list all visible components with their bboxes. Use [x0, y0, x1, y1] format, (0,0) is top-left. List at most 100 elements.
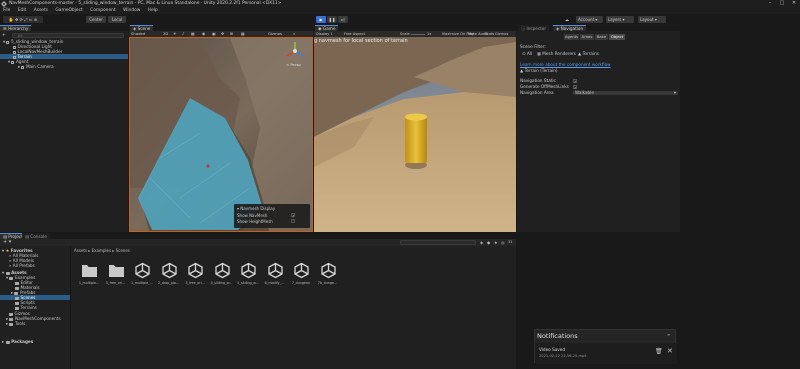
notification-item[interactable]: Video Saved 2021-02-22 22-56-25.mp4 🗑 ✕	[535, 343, 677, 364]
scene-viewport[interactable]: < Persp ▾ Navmesh Display Show NavMesh ✓…	[129, 37, 313, 232]
pause-button[interactable]: ❚❚	[327, 15, 337, 23]
subtab-bake[interactable]: Bake	[595, 34, 608, 40]
add-object-button[interactable]: +	[2, 33, 6, 38]
inspector-tab-label: Inspector	[526, 26, 547, 31]
account-dropdown[interactable]: Account ▾	[576, 15, 603, 23]
subtab-object[interactable]: Object	[609, 34, 625, 40]
show-heightmesh-label: Show HeightMesh	[237, 219, 273, 224]
filter-all[interactable]: ⊙ All	[522, 51, 532, 56]
menu-help[interactable]: Help	[148, 7, 158, 14]
asset-label: 3_free_ori...	[185, 281, 205, 285]
breadcrumb-scenes[interactable]: Scenes	[116, 248, 130, 253]
scale-slider[interactable]	[411, 34, 425, 35]
show-navmesh-checkbox[interactable]: ✓	[291, 213, 295, 218]
filter-mesh-renderers[interactable]: ▦ Mesh Renderers	[537, 51, 576, 56]
rect-tool-icon[interactable]: ▭	[29, 17, 33, 22]
layers-dropdown[interactable]: Layers ▾	[606, 15, 634, 23]
scene-orientation-gizmo[interactable]	[284, 40, 306, 62]
close-window-button[interactable]: ✕	[788, 0, 800, 7]
generate-offmeshlinks-checkbox[interactable]: ✓	[573, 84, 577, 90]
navigation-static-checkbox[interactable]: ✓	[573, 78, 577, 84]
asset-tile[interactable]: 5_free_ori...	[106, 262, 126, 292]
layout-dropdown[interactable]: Layout ▾	[638, 15, 666, 23]
subtab-agents[interactable]: Agents	[564, 34, 579, 40]
move-tool-icon[interactable]: ✥	[15, 17, 18, 22]
hidden-packages-icon[interactable]: ◎	[501, 239, 505, 246]
tree-item[interactable]: Terrains	[0, 305, 70, 310]
asset-tile[interactable]: 1_multiple_...	[131, 262, 153, 292]
menu-window[interactable]: Window	[123, 7, 140, 14]
unity-scene-icon	[320, 262, 337, 279]
favorite-icon[interactable]: ★	[494, 239, 498, 246]
learn-more-link[interactable]: Learn more about the component workflow	[520, 62, 611, 67]
menu-assets[interactable]: Assets	[34, 7, 48, 14]
notification-settings-icon[interactable]: ≡	[667, 332, 670, 337]
game-viewport[interactable]: g navmesh for local section of terrain	[314, 37, 516, 232]
hierarchy-row-camera[interactable]: ▸ Main Camera	[0, 64, 128, 69]
navigation-area-dropdown[interactable]: Walkable ▾	[573, 90, 678, 95]
project-search-input[interactable]	[400, 240, 476, 245]
space-toggle[interactable]: Local	[108, 15, 126, 23]
hierarchy-search-input[interactable]	[12, 33, 124, 38]
menu-component[interactable]: Component	[90, 7, 116, 14]
account-label: Account	[578, 16, 595, 22]
search-by-type-icon[interactable]: ◈	[480, 239, 483, 246]
asset-tile[interactable]: 7_dungeon	[291, 262, 311, 292]
maximize-button[interactable]: □	[776, 0, 788, 7]
game-terrain-view	[314, 37, 516, 232]
transform-tool-icon[interactable]: ⊕	[34, 17, 37, 22]
asset-tile[interactable]: 4_sliding_w...	[211, 262, 232, 292]
tab-inspector[interactable]: ⓘ Inspector	[518, 25, 550, 31]
show-heightmesh-checkbox[interactable]	[291, 219, 295, 223]
shading-mode-dropdown[interactable]: Shaded	[131, 31, 145, 36]
axis-gizmo-icon	[286, 42, 304, 57]
delete-icon[interactable]: 🗑	[655, 348, 663, 355]
play-button[interactable]: ▶	[316, 15, 326, 23]
step-button[interactable]: ▸|	[338, 15, 348, 23]
scene-terrain-view	[130, 38, 312, 231]
close-notification-button[interactable]: ✕	[667, 347, 673, 355]
tree-item[interactable]: ▸ Packages	[0, 339, 70, 344]
cloud-button[interactable]: ☁	[562, 16, 572, 23]
breadcrumb-examples[interactable]: Examples	[92, 248, 111, 253]
project-panel: ▤ Project ▤ Console + ▾ ◈ ◆ ★ ◎ 31 ▾ ★ F…	[0, 233, 516, 369]
asset-tile[interactable]: 3_free_ori...	[185, 262, 205, 292]
subtab-areas[interactable]: Areas	[580, 34, 594, 40]
unity-scene-icon	[134, 262, 151, 279]
asset-label: 6_modify_...	[264, 281, 285, 285]
project-tree: ▾ ★ Favorites ⌕ All Materials ⌕ All Mode…	[0, 248, 70, 368]
tree-item[interactable]: ▸ Tools	[0, 321, 70, 326]
asset-tile[interactable]: 7b_dunge...	[318, 262, 338, 292]
scale-tool-icon[interactable]: ⤢	[24, 17, 27, 22]
breadcrumb-assets[interactable]: Assets	[74, 248, 87, 253]
hand-tool-icon[interactable]: ✋	[9, 17, 14, 22]
layout-label: Layout	[640, 16, 654, 22]
asset-tile[interactable]: 1_multiple...	[79, 262, 99, 292]
transform-tools[interactable]: ✋ ✥ ⟳ ⤢ ▭ ⊕	[3, 15, 43, 23]
asset-tile[interactable]: 2_drop_pla...	[158, 262, 179, 292]
object-header: ▲ Terrain (Terrain)	[520, 68, 558, 73]
pivot-toggle[interactable]: Center	[86, 15, 106, 23]
minimize-button[interactable]: –	[764, 0, 776, 7]
menu-edit[interactable]: Edit	[18, 7, 27, 14]
asset-label: 7b_dunge...	[317, 281, 338, 285]
folder-icon	[9, 322, 14, 326]
tab-hierarchy[interactable]: ☰ Hierarchy	[0, 25, 32, 31]
persp-label[interactable]: < Persp	[286, 62, 301, 67]
cloud-icon: ☁	[565, 16, 569, 22]
tree-item[interactable]: ⌕ All Prefabs	[0, 263, 70, 268]
object-name: Terrain (Terrain)	[524, 68, 558, 73]
menu-gameobject[interactable]: GameObject	[55, 7, 82, 14]
asset-tile[interactable]: 5_sliding_w...	[237, 262, 259, 292]
asset-tile[interactable]: 6_modify_...	[265, 262, 285, 292]
terrain-icon: ▲	[520, 68, 524, 73]
menu-file[interactable]: File	[3, 7, 10, 14]
filter-terrains[interactable]: ▲ Terrains	[578, 51, 599, 56]
scene-filter-label: Scene Filter:	[520, 44, 546, 49]
search-by-label-icon[interactable]: ◆	[487, 239, 490, 246]
rotate-tool-icon[interactable]: ⟳	[20, 17, 23, 22]
project-splitter[interactable]	[70, 246, 71, 369]
folder-icon	[15, 306, 19, 310]
tab-navigation[interactable]: ◈ Navigation	[553, 25, 587, 31]
add-asset-button[interactable]: + ▾	[3, 239, 11, 246]
